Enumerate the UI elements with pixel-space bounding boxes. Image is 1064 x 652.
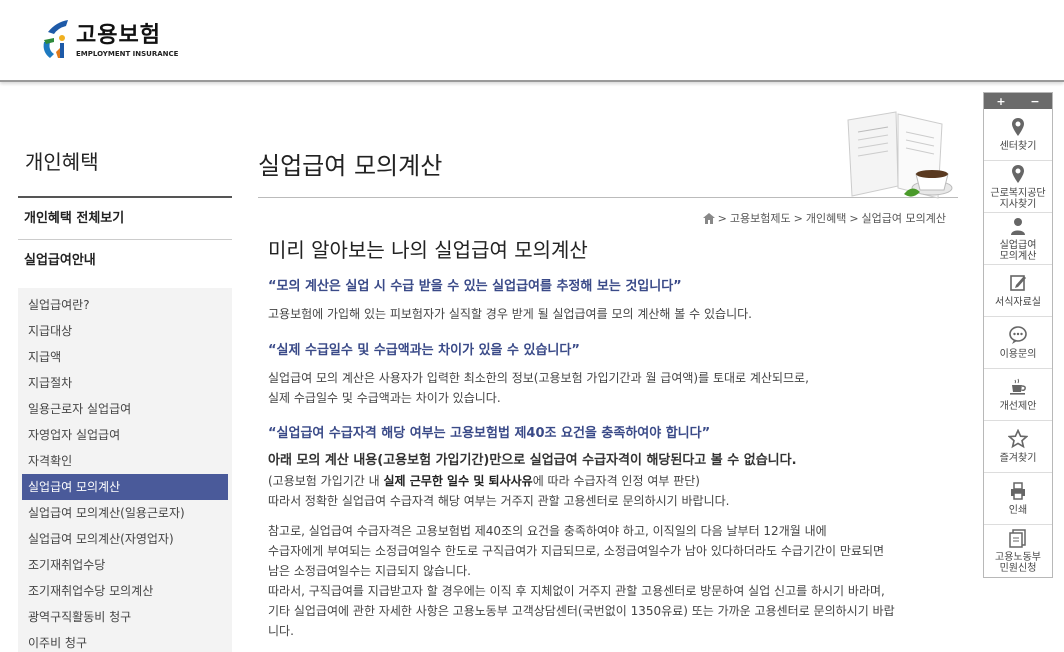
- paragraph: 남은 소정급여일수는 지급되지 않습니다.: [268, 564, 471, 578]
- sidebar-subitem[interactable]: 실업급여 모의계산(자영업자): [22, 526, 228, 552]
- sidebar-item-all-benefits[interactable]: 개인혜택 전체보기: [18, 198, 232, 240]
- breadcrumb-item[interactable]: 개인혜택: [806, 210, 846, 226]
- quick-item-label: 인쇄: [1008, 505, 1028, 516]
- sidebar-title: 개인혜택: [18, 110, 232, 198]
- map-pin-icon: [1012, 164, 1024, 183]
- quick-item-label: 이용문의: [999, 349, 1037, 360]
- sidebar-subitem[interactable]: 이주비 청구: [22, 630, 228, 652]
- quick-item-center-search[interactable]: 센터찾기: [984, 109, 1052, 161]
- breadcrumb-separator: >: [717, 211, 727, 225]
- sidebar-item-unemployment-guide[interactable]: 실업급여안내: [18, 240, 232, 282]
- quote-heading: “실업급여 수급자격 해당 여부는 고용보험법 제40조 요건을 충족하여야 합…: [268, 426, 711, 441]
- quick-menu: + − 센터찾기 근로복지공단 지사찾기 실업급여 모의계산 서식자료실 이용문…: [983, 92, 1053, 578]
- paragraph: 참고로, 실업급여 수급자격은 고용보험법 제40조의 요건을 충족하여야 하고…: [268, 524, 827, 538]
- document-icon: [1009, 529, 1026, 548]
- book-and-cup-illustration: [838, 110, 958, 210]
- paragraph: 따라서 정확한 실업급여 수급자격 해당 여부는 거주지 관할 고용센터로 문의…: [268, 494, 730, 508]
- map-pin-icon: [1012, 118, 1024, 136]
- quick-item-inquiry[interactable]: 이용문의: [984, 317, 1052, 369]
- quick-item-favorite[interactable]: 즐겨찾기: [984, 421, 1052, 473]
- quick-menu-zoom: + −: [984, 93, 1052, 109]
- user-icon: [1011, 217, 1025, 235]
- quick-item-label: 센터찾기: [999, 141, 1037, 152]
- cup-icon: [1010, 378, 1026, 395]
- sidebar-subitem[interactable]: 자영업자 실업급여: [22, 422, 228, 448]
- zoom-out-button[interactable]: −: [1030, 95, 1039, 108]
- star-icon: [1008, 429, 1028, 449]
- quick-item-label: 실업급여 모의계산: [999, 239, 1037, 262]
- zoom-in-button[interactable]: +: [996, 95, 1005, 108]
- quick-item-civil-petition[interactable]: 고용노동부 민원신청: [984, 525, 1052, 577]
- quick-item-print[interactable]: 인쇄: [984, 473, 1052, 525]
- paragraph: 고용보험에 가입해 있는 피보험자가 실직할 경우 받게 될 실업급여를 모의 …: [268, 307, 752, 321]
- sidebar-subitem[interactable]: 광역구직활동비 청구: [22, 604, 228, 630]
- paragraph: 실업급여 모의 계산은 사용자가 입력한 최소한의 정보(고용보험 가입기간과 …: [268, 371, 809, 385]
- paragraph: 니다.: [268, 624, 294, 638]
- sidebar-subitem[interactable]: 지급액: [22, 344, 228, 370]
- logo-mark-icon: [40, 18, 70, 62]
- quick-item-label: 즐겨찾기: [999, 453, 1037, 464]
- main-content: 실업급여 모의계산 > 고용보험제도 > 개인혜택 > 실업급여 모의계산 미리…: [258, 110, 958, 641]
- sidebar-subitem[interactable]: 일용근로자 실업급여: [22, 396, 228, 422]
- left-navigation: 개인혜택 개인혜택 전체보기 실업급여안내 실업급여란? 지급대상 지급액 지급…: [18, 110, 232, 652]
- sidebar-subitem[interactable]: 조기재취업수당 모의계산: [22, 578, 228, 604]
- sidebar-subitem[interactable]: 지급대상: [22, 318, 228, 344]
- sidebar-submenu: 실업급여란? 지급대상 지급액 지급절차 일용근로자 실업급여 자영업자 실업급…: [18, 288, 232, 652]
- text-segment-bold: 실제 근무한 일수 및 퇴사사유: [383, 474, 533, 488]
- text-segment: 에 따라 수급자격 인정 여부 판단): [532, 474, 700, 488]
- quick-item-label: 근로복지공단 지사찾기: [990, 187, 1046, 210]
- sidebar-subitem[interactable]: 지급절차: [22, 370, 228, 396]
- sidebar-subitem[interactable]: 조기재취업수당: [22, 552, 228, 578]
- sidebar-subitem-active[interactable]: 실업급여 모의계산: [22, 474, 228, 500]
- breadcrumb-separator: >: [793, 211, 803, 225]
- paragraph: 수급자에게 부여되는 소정급여일수 한도로 구직급여가 지급되므로, 소정급여일…: [268, 544, 885, 558]
- paragraph: 실제 수급일수 및 수급액과는 차이가 있습니다.: [268, 391, 501, 405]
- chat-icon: [1009, 326, 1027, 344]
- paragraph: 기타 실업급여에 관한 자세한 사항은 고용노동부 고객상담센터(국번없이 13…: [268, 604, 895, 618]
- quick-item-branch-search[interactable]: 근로복지공단 지사찾기: [984, 161, 1052, 213]
- edit-icon: [1010, 275, 1026, 291]
- paragraph-strong: 아래 모의 계산 내용(고용보험 가입기간)만으로 실업급여 수급자격이 해당된…: [268, 453, 797, 468]
- home-icon[interactable]: [702, 212, 715, 224]
- quick-item-label: 개선제안: [999, 401, 1037, 412]
- sidebar-subitem[interactable]: 실업급여란?: [22, 292, 228, 318]
- quote-heading: “모의 계산은 실업 시 수급 받을 수 있는 실업급여를 추정해 보는 것입니…: [268, 279, 682, 294]
- breadcrumb-item-current[interactable]: 실업급여 모의계산: [862, 210, 946, 226]
- section-heading: 미리 알아보는 나의 실업급여 모의계산: [268, 238, 588, 262]
- quick-item-forms[interactable]: 서식자료실: [984, 265, 1052, 317]
- sidebar-subitem[interactable]: 실업급여 모의계산(일용근로자): [22, 500, 228, 526]
- site-header: 고용보험 EMPLOYMENT INSURANCE: [0, 0, 1064, 82]
- text-segment: (고용보험 가입기간 내: [268, 474, 384, 488]
- site-logo[interactable]: 고용보험 EMPLOYMENT INSURANCE: [40, 18, 178, 64]
- quick-item-label: 서식자료실: [995, 297, 1041, 308]
- content-body: 미리 알아보는 나의 실업급여 모의계산 “모의 계산은 실업 시 수급 받을 …: [258, 226, 958, 641]
- logo-korean-text: 고용보험: [76, 23, 161, 48]
- print-icon: [1011, 482, 1025, 500]
- paragraph: (고용보험 가입기간 내 실제 근무한 일수 및 퇴사사유에 따라 수급자격 인…: [268, 471, 958, 491]
- quick-item-label: 고용노동부 민원신청: [995, 552, 1041, 574]
- breadcrumb-item[interactable]: 고용보험제도: [730, 210, 791, 226]
- quick-item-simulation[interactable]: 실업급여 모의계산: [984, 213, 1052, 265]
- quick-item-suggestion[interactable]: 개선제안: [984, 369, 1052, 421]
- logo-english-text: EMPLOYMENT INSURANCE: [76, 50, 179, 58]
- paragraph: 따라서, 구직급여를 지급받고자 할 경우에는 이직 후 지체없이 거주지 관할…: [268, 584, 885, 598]
- quote-heading: “실제 수급일수 및 수급액과는 차이가 있을 수 있습니다”: [268, 343, 580, 358]
- sidebar-subitem[interactable]: 자격확인: [22, 448, 228, 474]
- breadcrumb-separator: >: [849, 211, 859, 225]
